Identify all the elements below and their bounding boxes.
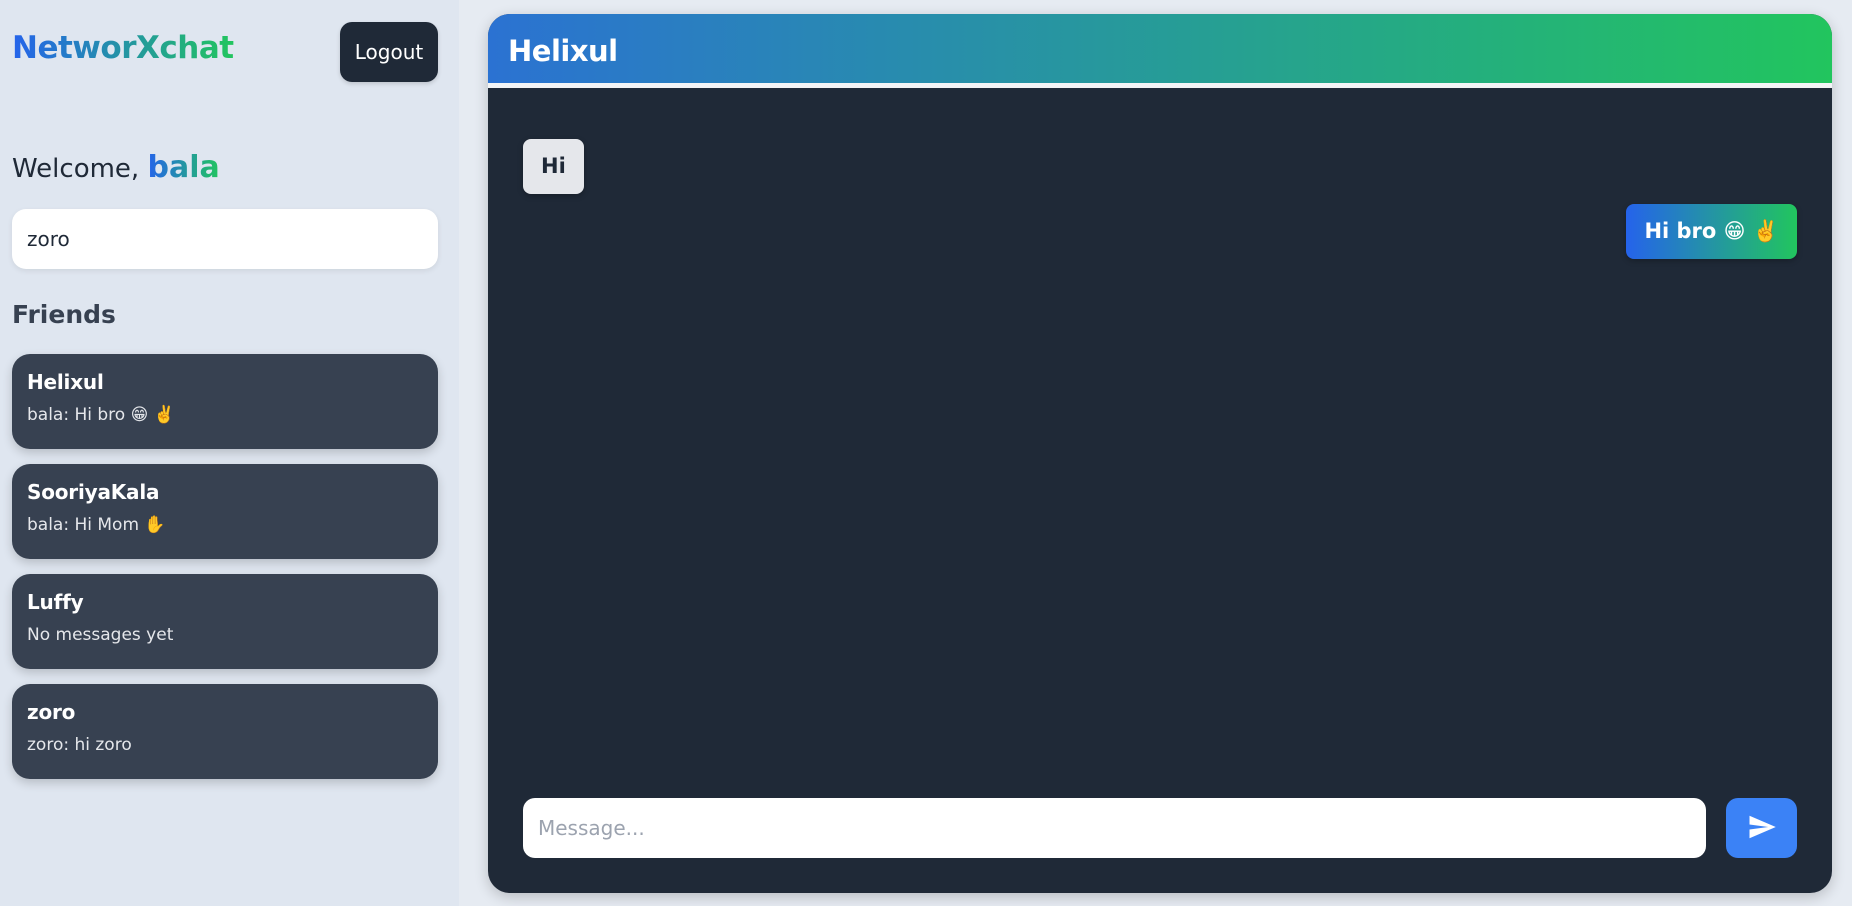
friend-item-sooriyakala[interactable]: SooriyaKala bala: Hi Mom ✋ [12,464,438,559]
friend-item-zoro[interactable]: zoro zoro: hi zoro [12,684,438,779]
friend-name: SooriyaKala [27,480,160,504]
friends-heading: Friends [12,300,116,329]
friend-last-message: bala: Hi Mom ✋ [27,515,166,535]
friend-name: Helixul [27,370,104,394]
chat-header: Helixul [488,14,1832,88]
send-button[interactable] [1726,798,1797,858]
welcome-prefix: Welcome, [12,154,140,184]
friend-list: Helixul bala: Hi bro 😁 ✌️ SooriyaKala ba… [12,354,438,794]
friend-item-helixul[interactable]: Helixul bala: Hi bro 😁 ✌️ [12,354,438,449]
friend-last-message: zoro: hi zoro [27,735,132,755]
friend-last-message: No messages yet [27,625,174,645]
friend-item-luffy[interactable]: Luffy No messages yet [12,574,438,669]
friend-name: zoro [27,700,76,724]
friend-name: Luffy [27,590,84,614]
message-outgoing: Hi bro 😁 ✌️ [1626,204,1797,259]
welcome-message: Welcome, bala [12,150,220,185]
chat-title: Helixul [508,34,618,68]
message-incoming: Hi [523,139,584,194]
friend-last-message: bala: Hi bro 😁 ✌️ [27,405,175,425]
message-input[interactable] [523,798,1706,858]
brand-logo: NetworXchat [12,30,234,66]
sidebar: NetworXchat Logout Welcome, bala Friends… [0,0,459,906]
app-root: NetworXchat Logout Welcome, bala Friends… [0,0,1852,906]
logout-button[interactable]: Logout [340,22,438,82]
friend-search-input[interactable] [12,209,438,269]
send-icon [1747,812,1777,845]
welcome-username: bala [147,150,220,185]
chat-panel: Helixul Hi Hi bro 😁 ✌️ [488,14,1832,893]
